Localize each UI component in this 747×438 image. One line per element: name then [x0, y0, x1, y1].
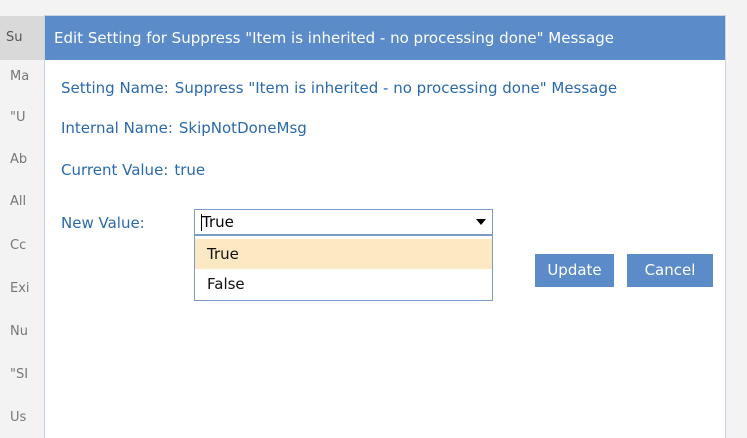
background-row[interactable]: All: [0, 194, 50, 209]
dropdown-option-false[interactable]: False: [195, 269, 492, 299]
new-value-select[interactable]: True: [194, 209, 493, 235]
background-row[interactable]: Cc: [0, 238, 50, 253]
internal-name-row: Internal Name: SkipNotDoneMsg: [61, 119, 307, 137]
internal-name-label: Internal Name:: [61, 119, 173, 137]
cancel-button[interactable]: Cancel: [627, 254, 713, 287]
new-value-selected-text: True: [202, 213, 234, 231]
dropdown-option-true[interactable]: True: [195, 239, 492, 269]
current-value-value: true: [174, 161, 206, 179]
internal-name-value: SkipNotDoneMsg: [178, 119, 307, 137]
new-value-label: New Value:: [61, 214, 145, 232]
background-right-edge: [725, 0, 747, 438]
background-row[interactable]: Ma: [0, 69, 50, 84]
new-value-dropdown-list: True False: [194, 235, 493, 301]
background-row[interactable]: "SI: [0, 367, 50, 382]
background-row[interactable]: "U: [0, 110, 50, 125]
update-button[interactable]: Update: [535, 254, 614, 287]
setting-name-label: Setting Name:: [61, 79, 169, 97]
edit-setting-dialog: Edit Setting for Suppress "Item is inher…: [45, 16, 725, 438]
dropdown-arrow-icon[interactable]: [476, 219, 486, 225]
setting-name-value: Suppress "Item is inherited - no process…: [174, 79, 618, 97]
background-row[interactable]: Nu: [0, 324, 50, 339]
current-value-row: Current Value: true: [61, 161, 205, 179]
background-row[interactable]: Exi: [0, 281, 50, 296]
background-row[interactable]: Ab: [0, 152, 50, 167]
dialog-title[interactable]: Edit Setting for Suppress "Item is inher…: [45, 16, 725, 60]
background-column-header: Su: [0, 16, 50, 60]
current-value-label: Current Value:: [61, 161, 169, 179]
background-row[interactable]: Us: [0, 410, 50, 425]
setting-name-row: Setting Name: Suppress "Item is inherited…: [61, 79, 617, 97]
